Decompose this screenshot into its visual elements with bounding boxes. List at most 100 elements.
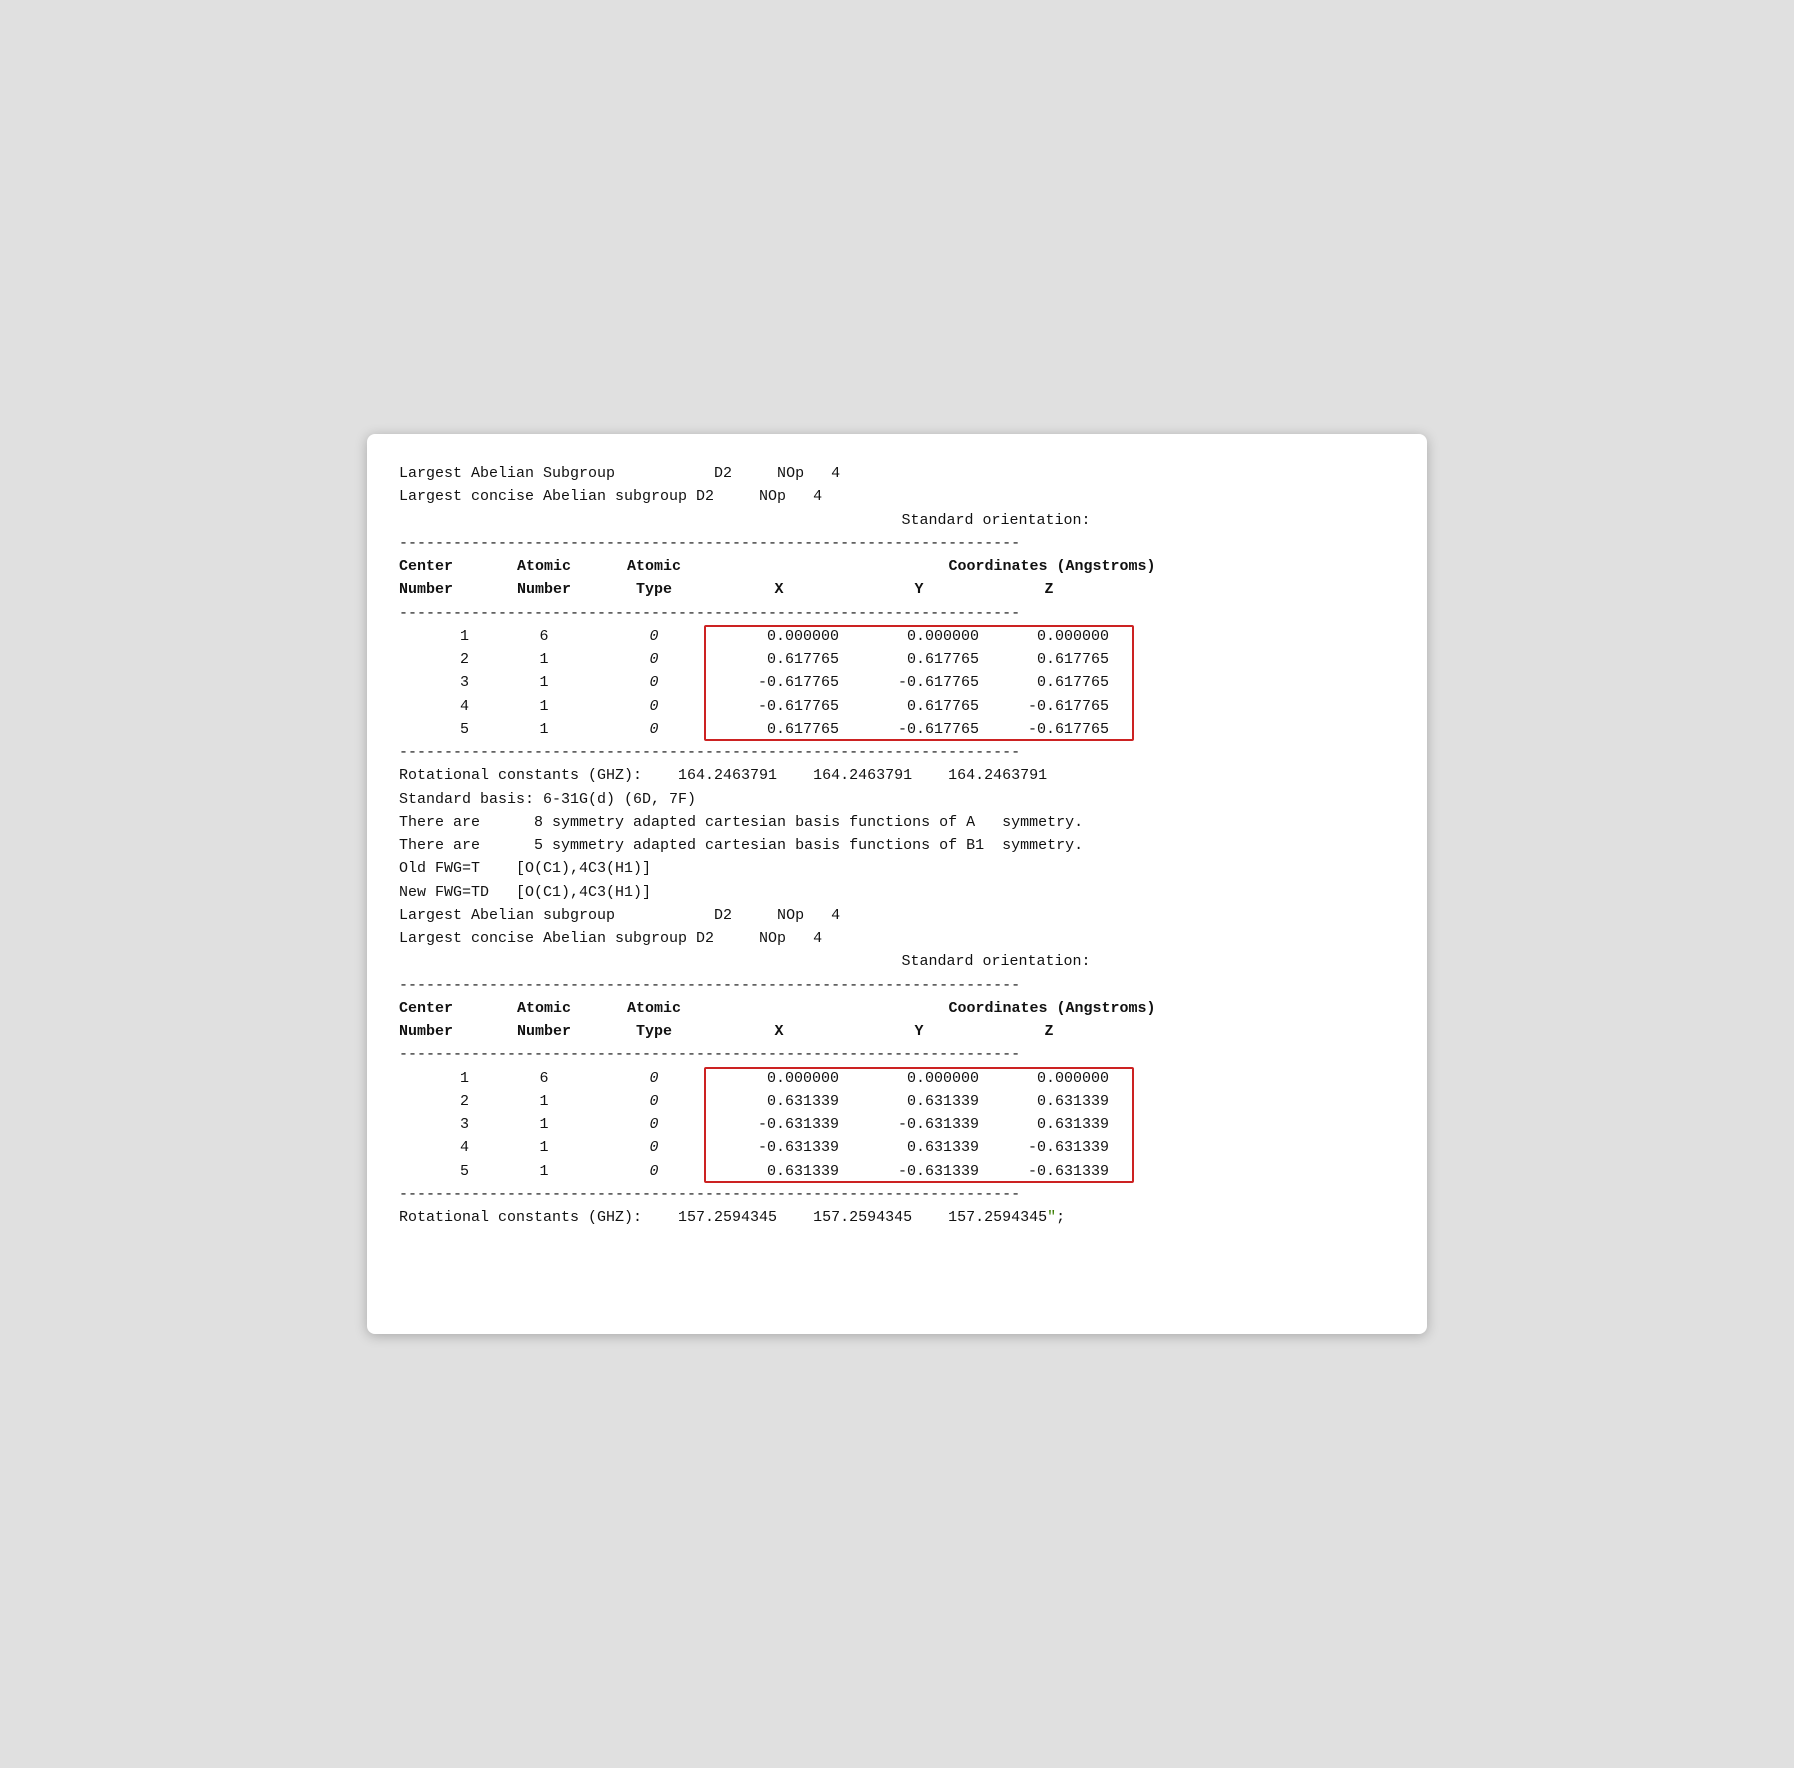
separator-4: ----------------------------------------… <box>399 974 1395 997</box>
t1r5-y: -0.617765 <box>849 718 989 741</box>
line-largest-concise-2: Largest concise Abelian subgroup D2 NOp … <box>399 927 1395 950</box>
t2r1-atomic-type: 0 <box>599 1067 709 1090</box>
t1r3-atomic-num: 1 <box>489 671 599 694</box>
col-center-label: Center <box>399 555 489 578</box>
line-standard-orient-1: Standard orientation: <box>399 509 1395 532</box>
table2-row-5: 5 1 0 0.631339 -0.631339 -0.631339 <box>399 1160 1395 1183</box>
t2-col-number-label: Number <box>399 1020 489 1043</box>
line-largest-abelian: Largest Abelian Subgroup D2 NOp 4 <box>399 462 1395 485</box>
t1r5-z: -0.617765 <box>989 718 1109 741</box>
col-atomic-type-label: Atomic <box>599 555 709 578</box>
t1r5-atomic-num: 1 <box>489 718 599 741</box>
t2-col-atomic-num-label: Atomic <box>489 997 599 1020</box>
col-y-label: Y <box>849 578 989 601</box>
line-std-basis: Standard basis: 6-31G(d) (6D, 7F) <box>399 788 1395 811</box>
table1-row-5: 5 1 0 0.617765 -0.617765 -0.617765 <box>399 718 1395 741</box>
col-coords-label: Coordinates (Angstroms) <box>709 555 1395 578</box>
t1r1-y: 0.000000 <box>849 625 989 648</box>
t1r3-z: 0.617765 <box>989 671 1109 694</box>
t2r5-center: 5 <box>399 1160 489 1183</box>
t2r4-x: -0.631339 <box>709 1136 849 1159</box>
t1r4-atomic-type: 0 <box>599 695 709 718</box>
t2-col-atomic-num-label2: Number <box>489 1020 599 1043</box>
table2-row-2: 2 1 0 0.631339 0.631339 0.631339 <box>399 1090 1395 1113</box>
table2-header-row2: Number Number Type X Y Z <box>399 1020 1395 1043</box>
t2r2-y: 0.631339 <box>849 1090 989 1113</box>
t1r3-x: -0.617765 <box>709 671 849 694</box>
t2-col-z-label: Z <box>989 1020 1109 1043</box>
col-atomic-num-label: Atomic <box>489 555 599 578</box>
t1r2-z: 0.617765 <box>989 648 1109 671</box>
t1r1-center: 1 <box>399 625 489 648</box>
col-atomic-num-label2: Number <box>489 578 599 601</box>
table1-row-1: 1 6 0 0.000000 0.000000 0.000000 <box>399 625 1395 648</box>
t1r5-x: 0.617765 <box>709 718 849 741</box>
t2-col-atomic-type-label: Atomic <box>599 997 709 1020</box>
t2-col-atomic-type-label2: Type <box>599 1020 709 1043</box>
t2-col-y-label: Y <box>849 1020 989 1043</box>
col-number-label: Number <box>399 578 489 601</box>
t1r4-y: 0.617765 <box>849 695 989 718</box>
t1r1-atomic-num: 6 <box>489 625 599 648</box>
table2-row-3: 3 1 0 -0.631339 -0.631339 0.631339 <box>399 1113 1395 1136</box>
t1r4-x: -0.617765 <box>709 695 849 718</box>
t2-col-x-label: X <box>709 1020 849 1043</box>
t2r4-center: 4 <box>399 1136 489 1159</box>
t2r1-center: 1 <box>399 1067 489 1090</box>
line-there-are-5: There are 5 symmetry adapted cartesian b… <box>399 834 1395 857</box>
table1-row-4: 4 1 0 -0.617765 0.617765 -0.617765 <box>399 695 1395 718</box>
t1r5-atomic-type: 0 <box>599 718 709 741</box>
t2r4-atomic-type: 0 <box>599 1136 709 1159</box>
t2r3-x: -0.631339 <box>709 1113 849 1136</box>
t1r4-atomic-num: 1 <box>489 695 599 718</box>
t1r2-atomic-type: 0 <box>599 648 709 671</box>
t1r3-atomic-type: 0 <box>599 671 709 694</box>
line-standard-orient-2: Standard orientation: <box>399 950 1395 973</box>
table1-header-row1: Center Atomic Atomic Coordinates (Angstr… <box>399 555 1395 578</box>
table1-header-row2: Number Number Type X Y Z <box>399 578 1395 601</box>
col-x-label: X <box>709 578 849 601</box>
t2r1-x: 0.000000 <box>709 1067 849 1090</box>
line-rot-const-1: Rotational constants (GHZ): 164.2463791 … <box>399 764 1395 787</box>
t2r2-atomic-num: 1 <box>489 1090 599 1113</box>
separator-1: ----------------------------------------… <box>399 532 1395 555</box>
t1r4-center: 4 <box>399 695 489 718</box>
table1-row-2: 2 1 0 0.617765 0.617765 0.617765 <box>399 648 1395 671</box>
t1r1-x: 0.000000 <box>709 625 849 648</box>
t2r2-atomic-type: 0 <box>599 1090 709 1113</box>
t2r2-z: 0.631339 <box>989 1090 1109 1113</box>
line-largest-concise: Largest concise Abelian subgroup D2 NOp … <box>399 485 1395 508</box>
t2r5-y: -0.631339 <box>849 1160 989 1183</box>
t1r3-y: -0.617765 <box>849 671 989 694</box>
line-old-fwg: Old FWG=T [O(C1),4C3(H1)] <box>399 857 1395 880</box>
t2r3-y: -0.631339 <box>849 1113 989 1136</box>
t2r5-z: -0.631339 <box>989 1160 1109 1183</box>
table2-row-4: 4 1 0 -0.631339 0.631339 -0.631339 <box>399 1136 1395 1159</box>
table1-data: 1 6 0 0.000000 0.000000 0.000000 2 1 0 0… <box>399 625 1395 741</box>
t1r1-atomic-type: 0 <box>599 625 709 648</box>
t1r2-x: 0.617765 <box>709 648 849 671</box>
col-z-label: Z <box>989 578 1109 601</box>
t1r2-atomic-num: 1 <box>489 648 599 671</box>
t2r3-atomic-num: 1 <box>489 1113 599 1136</box>
t2r4-atomic-num: 1 <box>489 1136 599 1159</box>
t1r2-center: 2 <box>399 648 489 671</box>
t2r4-z: -0.631339 <box>989 1136 1109 1159</box>
t1r1-z: 0.000000 <box>989 625 1109 648</box>
separator-2: ----------------------------------------… <box>399 602 1395 625</box>
t1r2-y: 0.617765 <box>849 648 989 671</box>
t2r5-atomic-num: 1 <box>489 1160 599 1183</box>
t1r3-center: 3 <box>399 671 489 694</box>
t1r5-center: 5 <box>399 718 489 741</box>
t2r3-z: 0.631339 <box>989 1113 1109 1136</box>
t2r3-center: 3 <box>399 1113 489 1136</box>
col-atomic-type-label2: Type <box>599 578 709 601</box>
t2r2-center: 2 <box>399 1090 489 1113</box>
table2-row-1: 1 6 0 0.000000 0.000000 0.000000 <box>399 1067 1395 1090</box>
t2-col-center-label: Center <box>399 997 489 1020</box>
table1-row-3: 3 1 0 -0.617765 -0.617765 0.617765 <box>399 671 1395 694</box>
t2r3-atomic-type: 0 <box>599 1113 709 1136</box>
line-largest-abelian-2: Largest Abelian subgroup D2 NOp 4 <box>399 904 1395 927</box>
t2r4-y: 0.631339 <box>849 1136 989 1159</box>
table2-data: 1 6 0 0.000000 0.000000 0.000000 2 1 0 0… <box>399 1067 1395 1183</box>
